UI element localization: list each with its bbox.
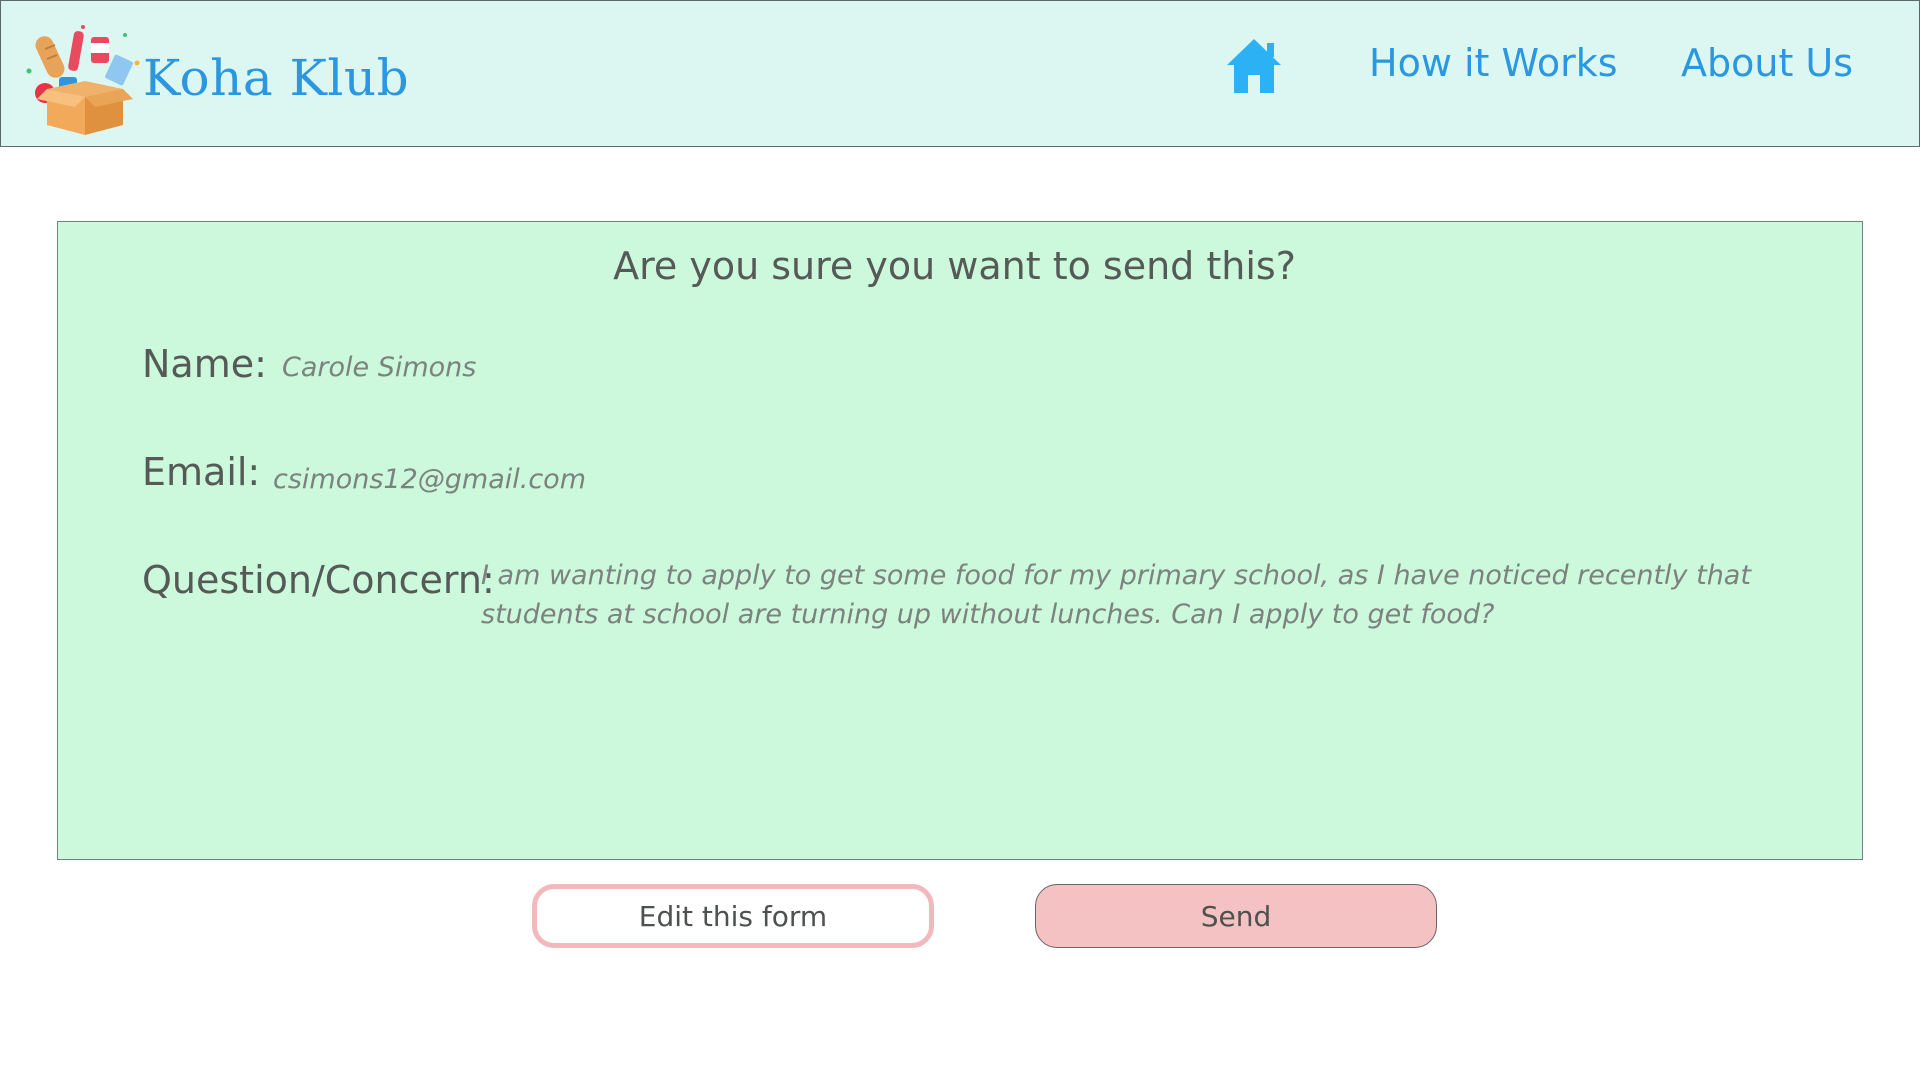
question-value: I am wanting to apply to get some food f… bbox=[481, 560, 1751, 630]
nav-about-us[interactable]: About Us bbox=[1681, 41, 1853, 85]
edit-form-button[interactable]: Edit this form bbox=[532, 884, 934, 948]
home-icon[interactable] bbox=[1225, 37, 1283, 95]
confirmation-title: Are you sure you want to send this? bbox=[613, 244, 1296, 288]
site-header: Koha Klub How it Works About Us bbox=[0, 0, 1920, 147]
nav-how-it-works[interactable]: How it Works bbox=[1369, 41, 1618, 85]
brand-name: Koha Klub bbox=[143, 49, 410, 107]
email-label: Email: bbox=[142, 450, 261, 494]
name-label: Name: bbox=[142, 342, 267, 386]
confirmation-panel: Are you sure you want to send this? Name… bbox=[57, 221, 1863, 860]
food-box-logo-icon bbox=[26, 25, 140, 135]
email-value: csimons12@gmail.com bbox=[273, 464, 587, 495]
name-value: Carole Simons bbox=[282, 352, 477, 383]
question-label: Question/Concern: bbox=[142, 558, 495, 602]
send-button[interactable]: Send bbox=[1035, 884, 1437, 948]
logo[interactable]: Koha Klub bbox=[25, 23, 445, 138]
